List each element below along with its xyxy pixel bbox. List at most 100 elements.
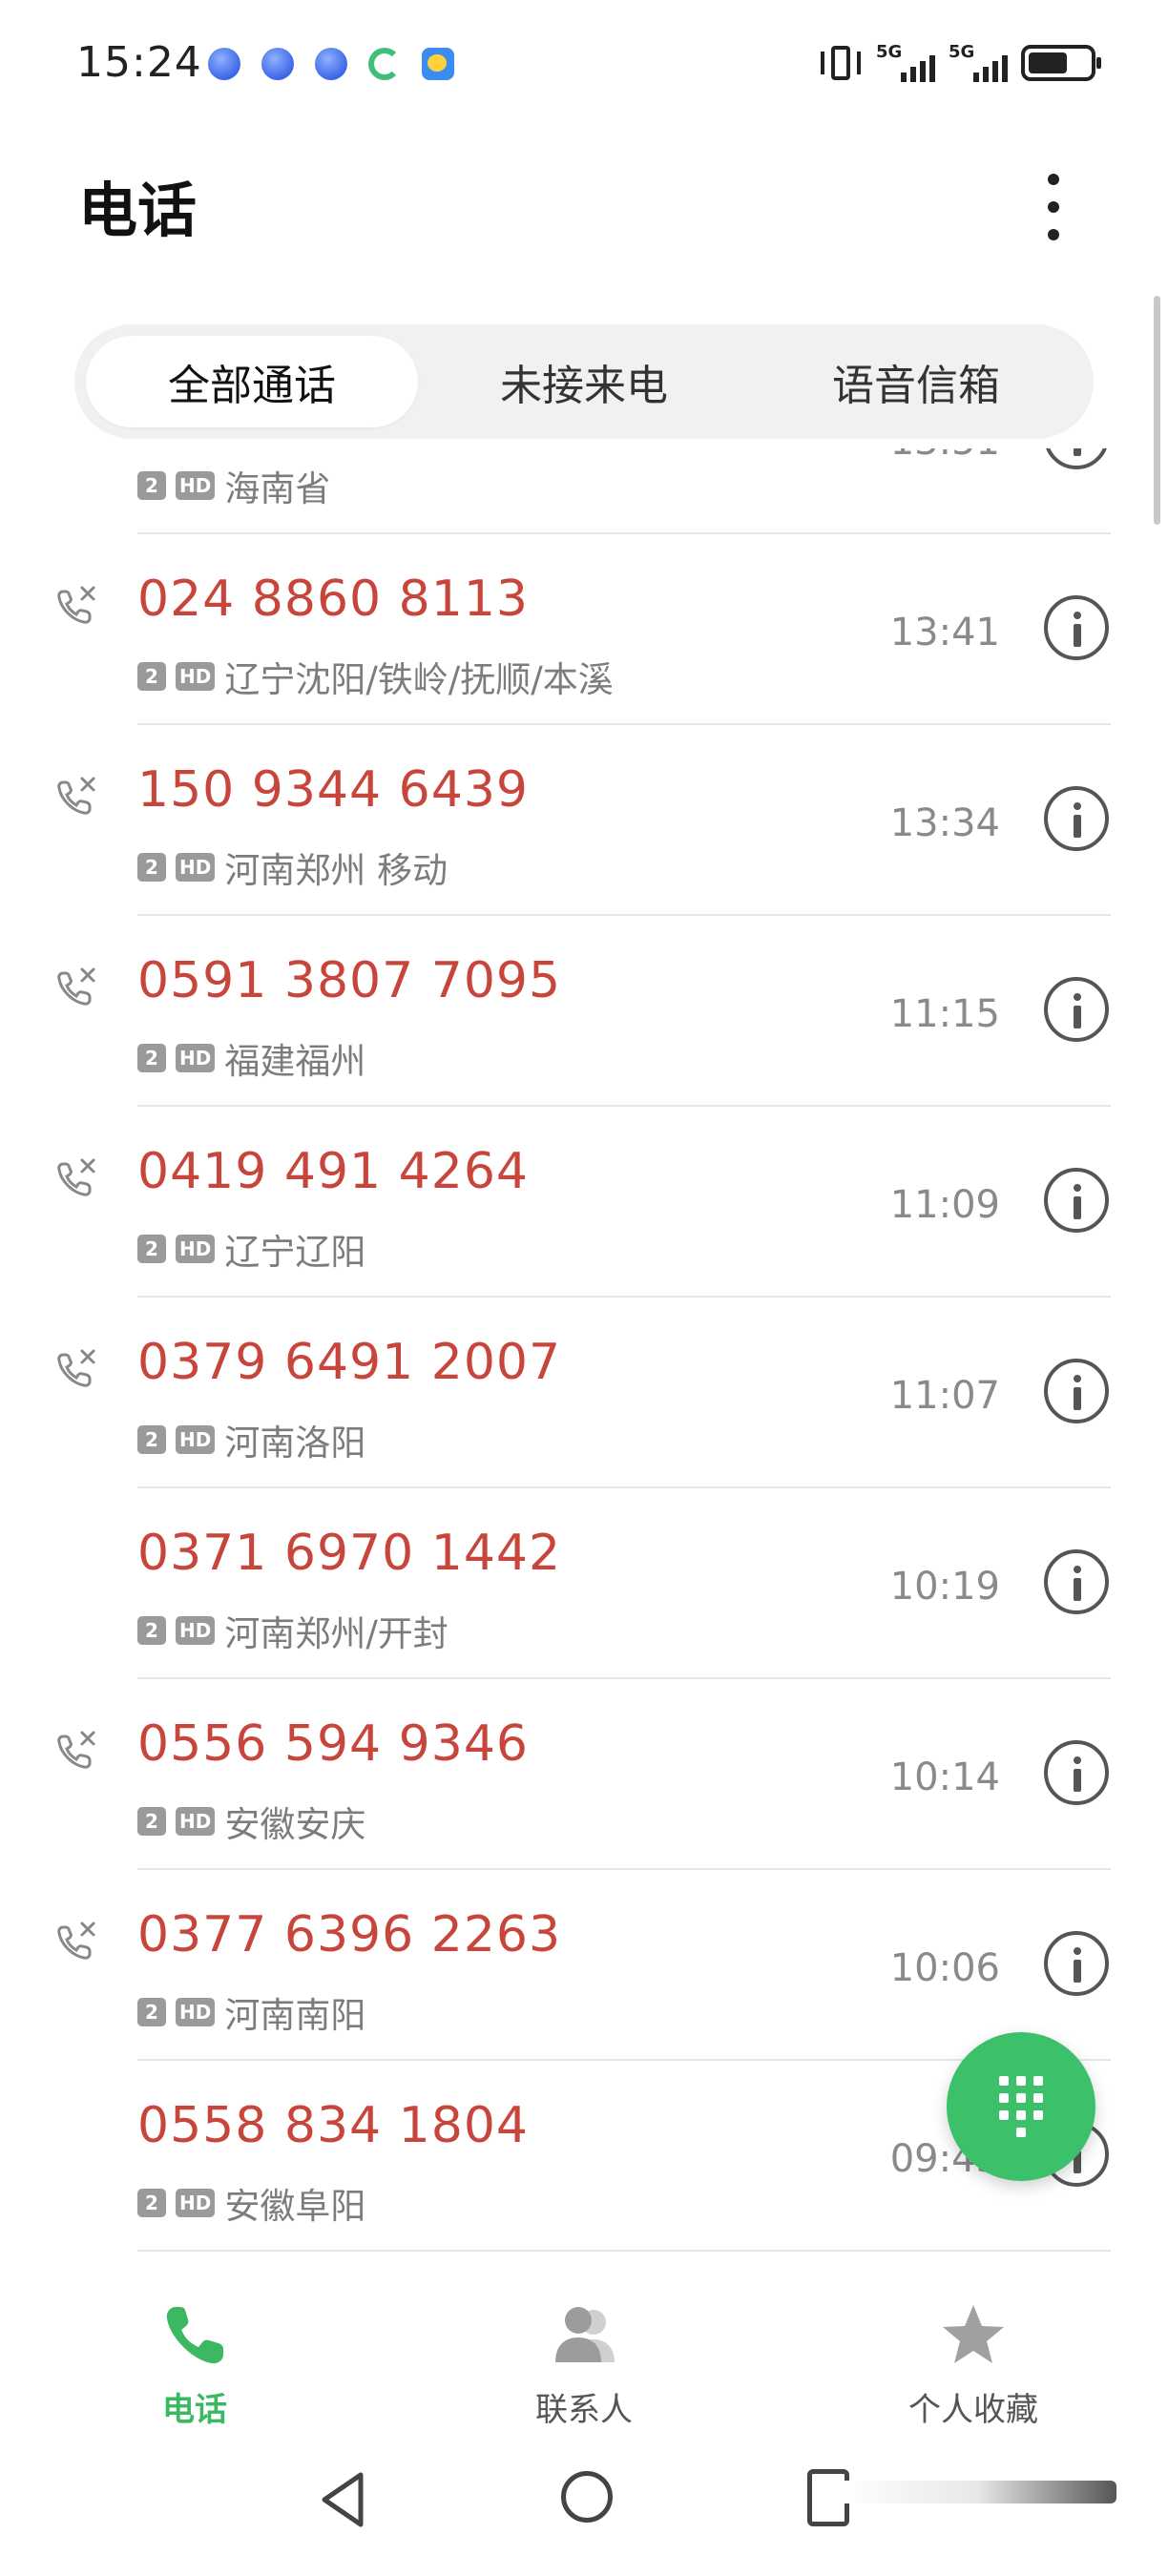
network-type-label: 5G [949,42,975,62]
sim-badge: 2 [137,1235,166,1263]
call-info-icon[interactable] [1044,1931,1109,1996]
call-info-icon[interactable] [1044,1740,1109,1805]
call-log-row[interactable]: 0371 6970 1442 2 HD 河南郑州/开封 10:19 [0,1488,1168,1679]
call-details: 2 HD 辽宁沈阳/铁岭/抚顺/本溪 [137,651,614,702]
call-log-row[interactable]: 024 8860 8113 2 HD 辽宁沈阳/铁岭/抚顺/本溪 13:41 [0,534,1168,725]
call-details: 2 HD 辽宁辽阳 [137,1223,365,1275]
call-details: 2 HD 河南郑州/开封 [137,1605,448,1656]
call-info-icon[interactable] [1044,977,1109,1042]
hd-badge: HD [176,853,216,882]
phone-icon [166,2307,223,2364]
call-details: 2 HD 安徽阜阳 [137,2177,365,2229]
call-info-icon[interactable] [1044,1549,1109,1614]
sync-icon [368,48,401,80]
network-type-label: 5G [876,42,903,62]
hd-badge: HD [176,662,216,691]
call-details: 2 HD 河南郑州 移动 [137,841,448,893]
call-location: 安徽阜阳 [224,2186,366,2227]
gesture-handle[interactable] [840,2481,1116,2503]
sim-badge: 2 [137,1425,166,1454]
call-location: 河南郑州 移动 [224,850,448,891]
call-time: 13:41 [889,611,1000,654]
dialpad-button[interactable] [947,2032,1095,2181]
call-details: 2 HD 安徽安庆 [137,1796,365,1847]
call-number: 0556 594 9346 [137,1715,529,1773]
nav-contacts[interactable]: 联系人 [389,2271,779,2433]
nav-contacts-label: 联系人 [535,2391,633,2429]
missed-call-icon [57,967,95,1006]
call-filter-tabs: 全部通话 未接来电 语音信箱 [74,324,1094,439]
call-log-row[interactable]: 2 HD 海南省 13:51 [0,448,1168,534]
nav-favorites[interactable]: 个人收藏 [779,2271,1168,2433]
page-title: 电话 [78,176,198,245]
sim-badge: 2 [137,1616,166,1645]
call-number: 0591 3807 7095 [137,952,562,1009]
row-divider [137,2250,1111,2252]
call-info-icon[interactable] [1044,595,1109,660]
hd-badge: HD [176,2189,216,2217]
missed-call-icon [57,1349,95,1387]
star-icon [943,2305,1004,2363]
hd-badge: HD [176,1616,216,1645]
call-log-row[interactable]: 0379 6491 2007 2 HD 河南洛阳 11:07 [0,1298,1168,1488]
missed-call-icon [57,1731,95,1769]
call-log-row[interactable]: 0591 3807 7095 2 HD 福建福州 11:15 [0,916,1168,1107]
call-location: 河南洛阳 [224,1423,366,1464]
call-log-row[interactable]: 0377 6396 2263 2 HD 河南南阳 10:06 [0,1870,1168,2061]
signal-icon: 5G [949,42,1008,84]
contacts-icon [555,2307,615,2362]
call-location: 河南南阳 [224,1995,366,2036]
dialpad-icon [999,2076,1043,2137]
system-icons: 5G 5G [819,42,1101,84]
call-time: 11:15 [889,992,1000,1036]
call-number: 0371 6970 1442 [137,1525,562,1582]
tab-voicemail[interactable]: 语音信箱 [750,336,1082,427]
signal-icon: 5G [876,42,935,84]
hd-badge: HD [176,1807,216,1836]
call-info-icon[interactable] [1044,1168,1109,1233]
hd-badge: HD [176,1044,216,1072]
system-navigation-bar [0,2442,1168,2576]
call-info-icon[interactable] [1044,448,1109,469]
call-time: 13:51 [890,448,1000,464]
status-time: 15:24 [76,38,202,87]
call-log-row[interactable]: 0556 594 9346 2 HD 安徽安庆 10:14 [0,1679,1168,1870]
call-info-icon[interactable] [1044,786,1109,851]
weather-icon [422,48,454,80]
call-log-list: 2 HD 海南省 13:51 024 8860 8113 2 HD 辽宁沈阳/铁岭/抚顺/本溪… [0,448,1168,2271]
call-details: 2 HD 福建福州 [137,1032,365,1084]
call-number: 0377 6396 2263 [137,1906,562,1963]
status-bar: 15:24 5G 5G [0,0,1168,134]
call-location: 安徽安庆 [224,1804,366,1845]
call-details: 2 HD 河南南阳 [137,1986,365,2038]
app-notification-icon [261,48,294,80]
call-number: 0419 491 4264 [137,1143,529,1200]
sim-badge: 2 [137,1998,166,2026]
call-details: 2 HD 河南洛阳 [137,1414,365,1465]
call-time: 10:14 [889,1755,1000,1799]
more-options-icon[interactable] [1042,174,1065,240]
sim-badge: 2 [137,471,166,500]
vibrate-icon [819,42,863,84]
hd-badge: HD [176,1235,216,1263]
call-location: 河南郑州/开封 [224,1613,448,1654]
call-time: 11:09 [889,1183,1000,1227]
call-time: 13:34 [889,801,1000,845]
nav-phone-label: 电话 [162,2391,227,2429]
call-log-row[interactable]: 150 9344 6439 2 HD 河南郑州 移动 13:34 [0,725,1168,916]
sim-badge: 2 [137,662,166,691]
call-time: 10:06 [889,1946,1000,1990]
sim-badge: 2 [137,1807,166,1836]
missed-call-icon [57,1922,95,1960]
hd-badge: HD [176,1998,216,2026]
tab-all-calls[interactable]: 全部通话 [86,336,418,427]
nav-phone[interactable]: 电话 [0,2271,389,2433]
call-location: 福建福州 [224,1041,366,1082]
call-number: 0379 6491 2007 [137,1334,562,1391]
hd-badge: HD [176,471,216,500]
call-info-icon[interactable] [1044,1359,1109,1423]
back-icon[interactable] [315,2469,372,2530]
home-icon[interactable] [561,2471,613,2523]
call-log-row[interactable]: 0419 491 4264 2 HD 辽宁辽阳 11:09 [0,1107,1168,1298]
tab-missed-calls[interactable]: 未接来电 [418,336,750,427]
